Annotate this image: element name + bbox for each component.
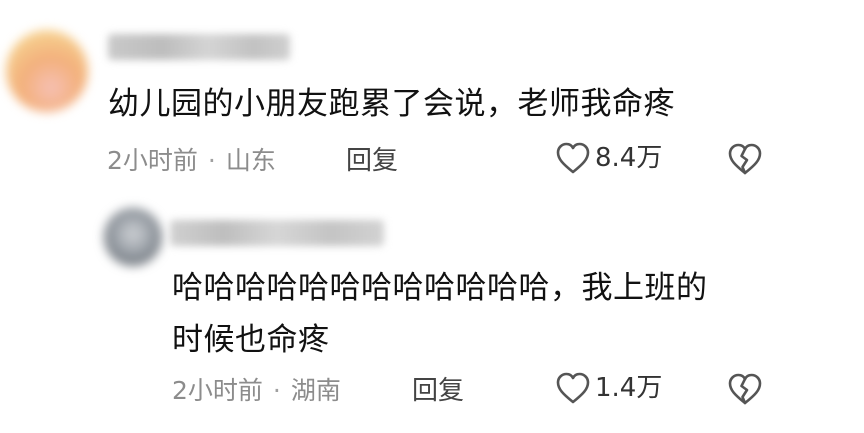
like-count: 1.4万 (595, 373, 663, 403)
separator-dot: · (272, 376, 281, 405)
reply-text-line: 时候也命疼 (172, 322, 330, 358)
broken-heart-icon[interactable] (727, 372, 763, 406)
username-blurred[interactable] (170, 220, 384, 246)
reply-time: 2小时前 (172, 376, 263, 405)
like-button[interactable]: 1.4万 (555, 371, 662, 405)
comment-thread: 幼儿园的小朋友跑累了会说，老师我命疼 2小时前 · 山东 回复 8.4万 哈哈哈哈哈… (0, 0, 864, 433)
comment-item: 幼儿园的小朋友跑累了会说，老师我命疼 2小时前 · 山东 回复 8.4万 (0, 0, 864, 200)
heart-outline-icon (556, 142, 590, 174)
reply-button[interactable]: 回复 (346, 144, 398, 178)
reply-button[interactable]: 回复 (412, 374, 464, 408)
separator-dot: · (207, 146, 216, 175)
like-button[interactable]: 8.4万 (555, 141, 662, 175)
comment-location: 山东 (225, 146, 276, 175)
avatar[interactable] (6, 30, 88, 112)
comment-time: 2小时前 (107, 146, 198, 175)
like-count: 8.4万 (595, 143, 663, 173)
reply-item: 哈哈哈哈哈哈哈哈哈哈哈哈，我上班的 时候也命疼 2小时前 · 湖南 回复 1.4万 (0, 200, 864, 433)
reply-text: 哈哈哈哈哈哈哈哈哈哈哈哈，我上班的 时候也命疼 (172, 262, 812, 366)
reply-text-line: 哈哈哈哈哈哈哈哈哈哈哈哈，我上班的 (172, 270, 708, 306)
comment-text: 幼儿园的小朋友跑累了会说，老师我命疼 (108, 86, 675, 122)
reply-meta: 2小时前 · 湖南 (172, 374, 341, 408)
comment-meta: 2小时前 · 山东 (107, 144, 276, 178)
avatar[interactable] (104, 208, 162, 266)
broken-heart-icon[interactable] (727, 142, 763, 176)
reply-location: 湖南 (290, 376, 341, 405)
username-blurred[interactable] (108, 34, 290, 60)
heart-outline-icon (556, 372, 590, 404)
